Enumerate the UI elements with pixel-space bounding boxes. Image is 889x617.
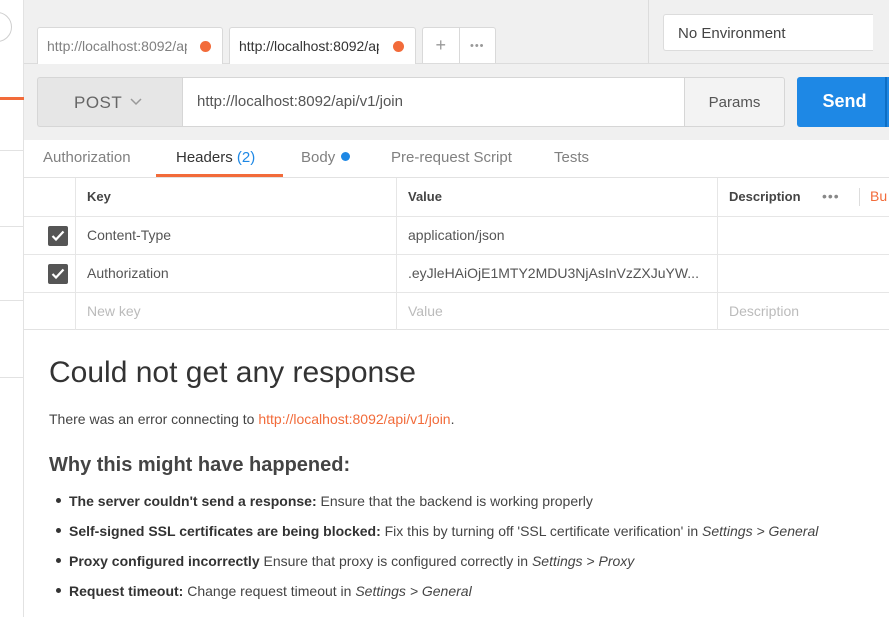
column-value: Value [396, 178, 717, 216]
tab-pre-request-script[interactable]: Pre-request Script [391, 149, 512, 166]
body-indicator-dot-icon [341, 152, 351, 161]
active-tab-underline [156, 174, 283, 177]
method-label: POST [74, 93, 123, 112]
column-description: Description [717, 178, 889, 216]
tab-headers[interactable]: Headers (2) [176, 149, 255, 166]
header-key[interactable]: Content-Type [75, 217, 396, 254]
tab-tests[interactable]: Tests [554, 149, 589, 166]
reason-item: Self-signed SSL certificates are being b… [56, 523, 818, 539]
table-header-row: Key Value Description [24, 178, 889, 217]
reason-item: Proxy configured incorrectly Ensure that… [56, 553, 634, 569]
header-description[interactable] [717, 255, 889, 292]
new-header-row: New key Value Description [24, 293, 889, 331]
table-row: Content-Type application/json [24, 217, 889, 255]
plus-icon: + [435, 35, 446, 55]
request-bar: POST http://localhost:8092/api/v1/join P… [24, 64, 889, 140]
headers-table: Key Value Description Content-Type appli… [24, 178, 889, 331]
headers-count: (2) [236, 149, 256, 166]
unsaved-dot-icon [393, 41, 404, 52]
sidebar-divider [0, 150, 24, 151]
header-key[interactable]: Authorization [75, 255, 396, 292]
header-enabled-checkbox[interactable] [48, 226, 68, 246]
url-input[interactable]: http://localhost:8092/api/v1/join [182, 77, 685, 127]
sidebar-toggle[interactable] [0, 12, 12, 42]
send-button[interactable]: Send [797, 77, 889, 127]
sidebar-divider [0, 300, 24, 301]
params-button[interactable]: Params [684, 77, 785, 127]
environment-divider [648, 0, 649, 64]
why-heading: Why this might have happened: [49, 454, 351, 476]
column-key: Key [75, 178, 396, 216]
tab-authorization[interactable]: Authorization [43, 149, 131, 166]
new-tab-button[interactable]: + [423, 28, 460, 63]
bulk-edit-link[interactable]: Bu [870, 188, 887, 204]
tab-title: http://localhost:8092/api/v1/join [239, 38, 379, 54]
request-sub-tabs: Authorization Headers (2) Body Pre-reque… [24, 140, 889, 178]
new-key-input[interactable]: New key [75, 293, 396, 331]
request-tab-active[interactable]: http://localhost:8092/api/v1/join [229, 27, 416, 65]
send-dropdown-divider [885, 77, 887, 127]
check-icon [51, 230, 65, 242]
reason-item: Request timeout: Change request timeout … [56, 583, 472, 599]
header-value[interactable]: application/json [396, 217, 717, 254]
request-tab[interactable]: http://localhost:8092/api/v1/join [37, 27, 223, 65]
unsaved-dot-icon [200, 41, 211, 52]
error-message: There was an error connecting to http://… [49, 411, 455, 427]
tab-options-button[interactable]: ••• [460, 28, 496, 63]
table-options-icon[interactable]: ••• [822, 188, 840, 204]
new-description-input[interactable]: Description [717, 293, 889, 331]
header-description[interactable] [717, 217, 889, 254]
method-select[interactable]: POST [37, 77, 182, 127]
tab-body[interactable]: Body [301, 149, 351, 166]
response-error-title: Could not get any response [49, 356, 416, 389]
sidebar-active-indicator [0, 97, 24, 100]
environment-select[interactable]: No Environment [663, 14, 873, 51]
tab-title: http://localhost:8092/api/v1/join [47, 38, 187, 54]
tab-actions: + ••• [422, 27, 496, 63]
chevron-down-icon [130, 98, 142, 106]
new-value-input[interactable]: Value [396, 293, 717, 331]
header-divider [859, 188, 860, 206]
header-value[interactable]: .eyJleHAiOjE1MTY2MDU3NjAsInVzZXJuYW... [396, 255, 717, 292]
more-icon: ••• [469, 39, 485, 52]
sidebar-divider [0, 377, 24, 378]
header-enabled-checkbox[interactable] [48, 264, 68, 284]
response-panel: Could not get any response There was an … [24, 330, 889, 617]
sidebar-divider [0, 226, 24, 227]
check-icon [51, 268, 65, 280]
table-row: Authorization .eyJleHAiOjE1MTY2MDU3NjAsI… [24, 255, 889, 293]
reason-item: The server couldn't send a response: Ens… [56, 493, 593, 509]
sidebar [0, 0, 24, 617]
error-url-link[interactable]: http://localhost:8092/api/v1/join [258, 411, 450, 427]
